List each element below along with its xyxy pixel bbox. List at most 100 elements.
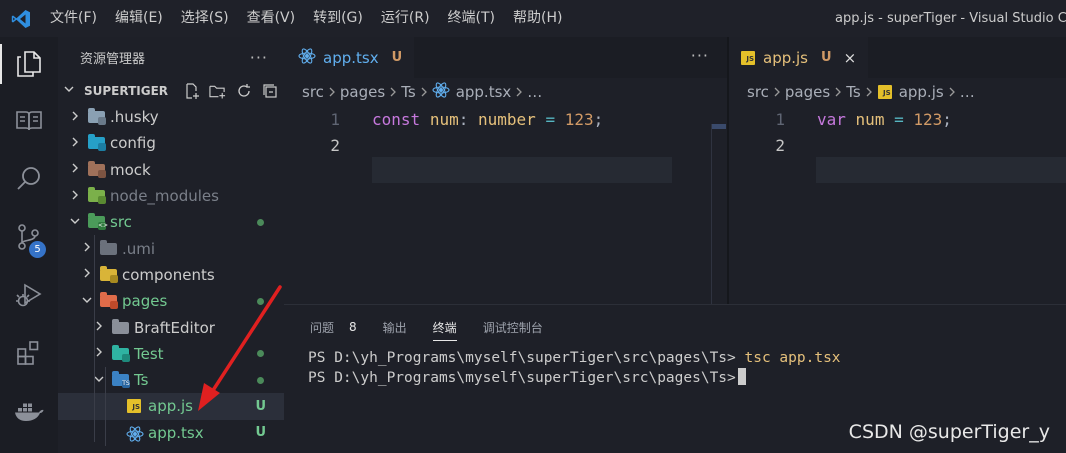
menu-item[interactable]: 帮助(H) (504, 0, 571, 37)
tree-item-label: config (110, 134, 156, 153)
tree-item-umi[interactable]: .umi (58, 235, 284, 261)
tab-app-tsx[interactable]: app.tsx U (284, 37, 415, 78)
menu-item[interactable]: 终端(T) (439, 0, 504, 37)
run-debug-icon[interactable] (0, 269, 58, 321)
folder-icon (88, 108, 106, 126)
breadcrumb-item[interactable]: src (747, 83, 769, 101)
chevron-right-icon (773, 83, 781, 101)
code-line: 2 (284, 133, 727, 160)
breadcrumb-item[interactable]: … (960, 83, 975, 101)
explorer-actions (183, 82, 284, 99)
panel-tab-2[interactable]: 终端 (432, 305, 457, 349)
folder-icon: <> (88, 213, 108, 231)
folder-icon (100, 239, 117, 256)
breadcrumb-item[interactable]: Ts (401, 83, 416, 101)
editor-more-button[interactable]: ··· (691, 37, 709, 78)
code-line: 1 var num = 123; (729, 106, 1066, 133)
tree-item-mock[interactable]: mock (58, 157, 284, 183)
terminal-command: tsc app.tsx (744, 350, 841, 366)
panel-tab-label: 输出 (382, 320, 407, 335)
explorer-more-button[interactable]: ··· (250, 48, 268, 67)
breadcrumb-item[interactable]: app.js (899, 83, 944, 101)
panel-tab-3[interactable]: 调试控制台 (483, 305, 543, 349)
chevron-right-icon (834, 83, 842, 101)
chevron-right-icon (328, 83, 336, 101)
terminal[interactable]: PS D:\yh_Programs\myself\superTiger\src\… (284, 349, 1066, 387)
close-icon[interactable]: × (844, 49, 857, 67)
terminal-prompt: PS D:\yh_Programs\myself\superTiger\src\… (308, 350, 736, 366)
line-number: 1 (775, 109, 785, 129)
tree-item-label: components (122, 265, 215, 284)
tree-item-husky[interactable]: .husky (58, 104, 284, 130)
breadcrumb-item[interactable]: Ts (846, 83, 861, 101)
workspace-root-label: SUPERTIGER (84, 83, 169, 98)
chevron-right-icon (68, 190, 82, 203)
code-token: = (545, 109, 556, 129)
menu-item[interactable]: 文件(F) (42, 0, 106, 37)
tree-item-nodemodules[interactable]: node_modules (58, 183, 284, 209)
breadcrumb-item[interactable]: pages (340, 83, 385, 101)
tree-item-label: Test (134, 344, 164, 363)
terminal-prompt: PS D:\yh_Programs\myself\superTiger\src\… (308, 370, 736, 386)
folder-icon (88, 134, 106, 152)
breadcrumb-item[interactable]: src (302, 83, 324, 101)
react-icon (432, 82, 450, 102)
chevron-right-icon (389, 83, 397, 101)
current-line-highlight (372, 157, 672, 183)
collapse-all-icon[interactable] (261, 82, 278, 99)
tree-item-label: pages (122, 292, 168, 311)
code-area-left[interactable]: 1 const num: number = 123; 2 (284, 106, 727, 159)
code-token: ; (593, 109, 604, 129)
docker-icon[interactable] (0, 385, 58, 437)
breadcrumb-item[interactable]: … (527, 83, 542, 101)
tree-item-config[interactable]: config (58, 130, 284, 156)
panel-tab-label: 调试控制台 (482, 320, 543, 335)
panel-tab-1[interactable]: 输出 (383, 305, 407, 349)
tree-item-label: node_modules (110, 187, 219, 206)
editor-group-right: JS app.js U × src pages Ts JS app.js… 1 var n… (729, 37, 1066, 304)
explorer-header: 资源管理器 ··· (58, 37, 284, 77)
code-token: const (372, 109, 421, 129)
watermark: CSDN @superTiger_y (848, 421, 1050, 443)
tab-app-js[interactable]: JS app.js U × (729, 37, 869, 78)
code-token: num (855, 109, 885, 129)
chevron-right-icon (80, 242, 94, 255)
new-file-icon[interactable] (183, 82, 200, 99)
menu-item[interactable]: 编辑(E) (106, 0, 172, 37)
extensions-icon[interactable] (0, 327, 58, 379)
code-token: num (429, 109, 459, 129)
menu-item[interactable]: 运行(R) (372, 0, 439, 37)
code-token: = (894, 109, 904, 129)
tab-status: U (821, 50, 832, 65)
source-control-icon[interactable]: 5 (0, 211, 58, 263)
breadcrumb-item[interactable]: pages (785, 83, 830, 101)
folder-icon (88, 187, 106, 205)
code-area-right[interactable]: 1 var num = 123; 2 (729, 106, 1066, 159)
code-text: const num: number = 123; (340, 110, 603, 129)
new-folder-icon[interactable] (209, 82, 226, 99)
workspace-root[interactable]: SUPERTIGER (58, 77, 284, 104)
tree-item-src[interactable]: <> src (58, 209, 284, 235)
tree-item-apptsx[interactable]: app.tsx U (58, 420, 284, 446)
scrollbar-track[interactable] (711, 124, 712, 304)
breadcrumb-item[interactable]: app.tsx (456, 83, 512, 101)
chevron-right-icon (420, 83, 428, 101)
refresh-icon[interactable] (235, 82, 252, 99)
title-bar: 文件(F) 编辑(E) 选择(S) 查看(V) 转到(G) 运行(R) 终端(T) 帮助(H)… (0, 0, 1066, 37)
menu-item[interactable]: 查看(V) (238, 0, 305, 37)
search-icon[interactable] (0, 153, 58, 205)
current-line-highlight (816, 157, 1066, 183)
menu-item[interactable]: 选择(S) (172, 0, 238, 37)
window-title: app.js - superTiger - Visual Studio Co (835, 11, 1066, 26)
book-icon[interactable] (0, 95, 58, 147)
tab-status: U (391, 50, 403, 65)
tab-bar-right: JS app.js U × (729, 37, 1066, 78)
explorer-icon[interactable] (0, 38, 58, 90)
menu-item[interactable]: 转到(G) (304, 0, 372, 37)
folder-icon: TS (112, 371, 130, 389)
panel-tab-0[interactable]: 问题 8 (310, 305, 357, 349)
